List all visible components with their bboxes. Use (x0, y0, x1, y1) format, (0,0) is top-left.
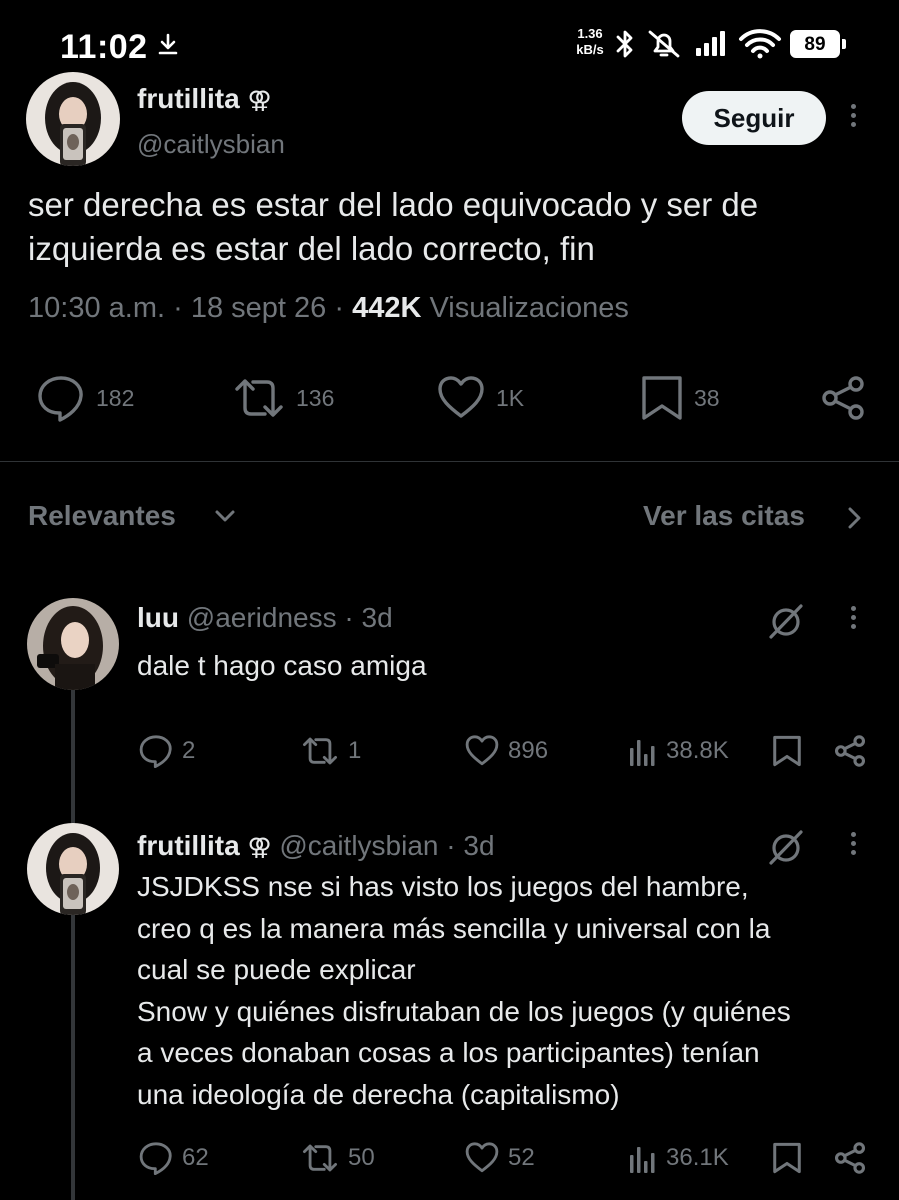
reply-header: luu @aeridness · 3d (137, 602, 393, 634)
reply-count: 2 (182, 737, 196, 764)
battery-tip (842, 39, 846, 49)
thread-line (71, 690, 75, 1200)
more-options-icon[interactable] (848, 832, 858, 859)
bluetooth-icon (614, 28, 636, 60)
view-quotes-link[interactable]: Ver las citas (643, 500, 805, 532)
bookmark-button[interactable]: 38 (640, 374, 720, 422)
like-count: 1K (496, 384, 525, 411)
reply-like-button[interactable]: 52 (464, 1141, 535, 1175)
retweet-count: 1 (348, 737, 362, 764)
reply-author-name[interactable]: luu (137, 602, 179, 633)
analytics-icon (628, 1141, 658, 1175)
reply-text: dale t hago caso amiga (137, 645, 857, 687)
download-icon (156, 32, 180, 56)
reply-reply-button[interactable]: 62 (138, 1141, 209, 1175)
reply-author-handle[interactable]: @caitlysbian (279, 830, 438, 861)
reply-icon (36, 374, 86, 422)
retweet-icon (232, 374, 286, 422)
views-label[interactable]: Visualizaciones (429, 292, 628, 324)
sort-dropdown-label[interactable]: Relevantes (28, 500, 176, 532)
wifi-icon (738, 28, 782, 60)
reply-avatar[interactable] (27, 598, 119, 690)
share-icon[interactable] (818, 374, 868, 422)
chevron-down-icon[interactable] (214, 508, 236, 524)
reply-text-line: creo q es la manera más sencilla y unive… (137, 912, 771, 944)
reply-text-line: una ideología de derecha (capitalismo) (137, 1078, 620, 1110)
reply-reply-button[interactable]: 2 (138, 734, 195, 768)
reply-header: frutillita ⚢ @caitlysbian · 3d (137, 830, 495, 862)
bookmark-icon[interactable] (772, 1141, 802, 1175)
heart-icon (464, 734, 500, 768)
reply-retweet-button[interactable]: 1 (300, 734, 361, 768)
views-count: 36.1K (666, 1144, 729, 1171)
reply-text-line: cual se puede explicar (137, 954, 416, 985)
grok-icon[interactable] (767, 602, 805, 640)
views-count[interactable]: 442K (352, 292, 421, 324)
author-name[interactable]: frutillita ⚢ (137, 83, 272, 115)
reply-views-button[interactable]: 36.1K (628, 1141, 729, 1175)
reply-author-name[interactable]: frutillita (137, 830, 240, 861)
like-count: 896 (508, 737, 549, 764)
reply-retweet-button[interactable]: 50 (300, 1141, 375, 1175)
tweet-date: 18 sept 26 (190, 292, 327, 324)
like-count: 52 (508, 1144, 535, 1171)
reply-text-line: a veces donaban cosas a los participante… (137, 1037, 760, 1068)
like-button[interactable]: 1K (436, 374, 524, 422)
more-options-icon[interactable] (848, 606, 858, 633)
reply-like-button[interactable]: 896 (464, 734, 548, 768)
chevron-right-icon[interactable] (846, 506, 862, 530)
reply-text-line: dale t hago caso amiga (137, 650, 427, 681)
reply-text-line: JSJDKSS nse si has visto los juegos del … (137, 871, 749, 902)
tweet-text: ser derecha es estar del lado equivocado… (28, 186, 759, 267)
follow-button[interactable]: Seguir (682, 91, 826, 145)
retweet-icon (300, 1141, 340, 1175)
share-icon[interactable] (832, 1141, 868, 1175)
meta-separator: · (173, 292, 183, 324)
reply-count: 182 (96, 384, 135, 411)
analytics-icon (628, 734, 658, 768)
bookmark-icon[interactable] (772, 734, 802, 768)
bookmark-count: 38 (694, 384, 720, 411)
views-count: 38.8K (666, 737, 729, 764)
lesbian-symbol-icon: ⚢ (247, 87, 272, 114)
reply-icon (138, 1141, 174, 1175)
retweet-button[interactable]: 136 (232, 374, 334, 422)
author-avatar[interactable] (26, 72, 120, 166)
meta-separator: · (334, 292, 345, 324)
status-time: 11:02 (60, 28, 148, 66)
tweet-time: 10:30 a.m. (28, 292, 166, 324)
more-options-icon[interactable] (848, 104, 858, 131)
reply-button[interactable]: 182 (36, 374, 134, 422)
reply-icon (138, 734, 174, 768)
reply-author-handle[interactable]: @aeridness (187, 602, 337, 633)
reply-views-button[interactable]: 38.8K (628, 734, 729, 768)
reply-text: JSJDKSS nse si has visto los juegos del … (137, 866, 882, 1115)
bookmark-icon (640, 374, 684, 422)
battery-indicator: 89 (790, 30, 840, 58)
author-handle[interactable]: @caitlysbian (137, 129, 285, 160)
heart-icon (436, 374, 486, 422)
share-icon[interactable] (832, 734, 868, 768)
tweet-meta: 10:30 a.m. · 18 sept 26 · 442K Visualiza… (28, 292, 629, 325)
retweet-icon (300, 734, 340, 768)
reply-age: · 3d (344, 602, 393, 633)
retweet-count: 50 (348, 1144, 375, 1171)
heart-icon (464, 1141, 500, 1175)
reply-age: · 3d (446, 830, 495, 861)
retweet-count: 136 (296, 384, 335, 411)
lesbian-symbol-icon: ⚢ (247, 834, 272, 861)
network-speed: 1.36 kB/s (576, 26, 604, 57)
reply-count: 62 (182, 1144, 209, 1171)
mute-bell-icon (646, 28, 682, 60)
grok-icon[interactable] (767, 828, 805, 866)
reply-text-line: Snow y quiénes disfrutaban de los juegos… (137, 995, 791, 1027)
section-divider (0, 461, 899, 462)
reply-avatar[interactable] (27, 823, 119, 915)
cell-signal-icon (694, 30, 730, 58)
